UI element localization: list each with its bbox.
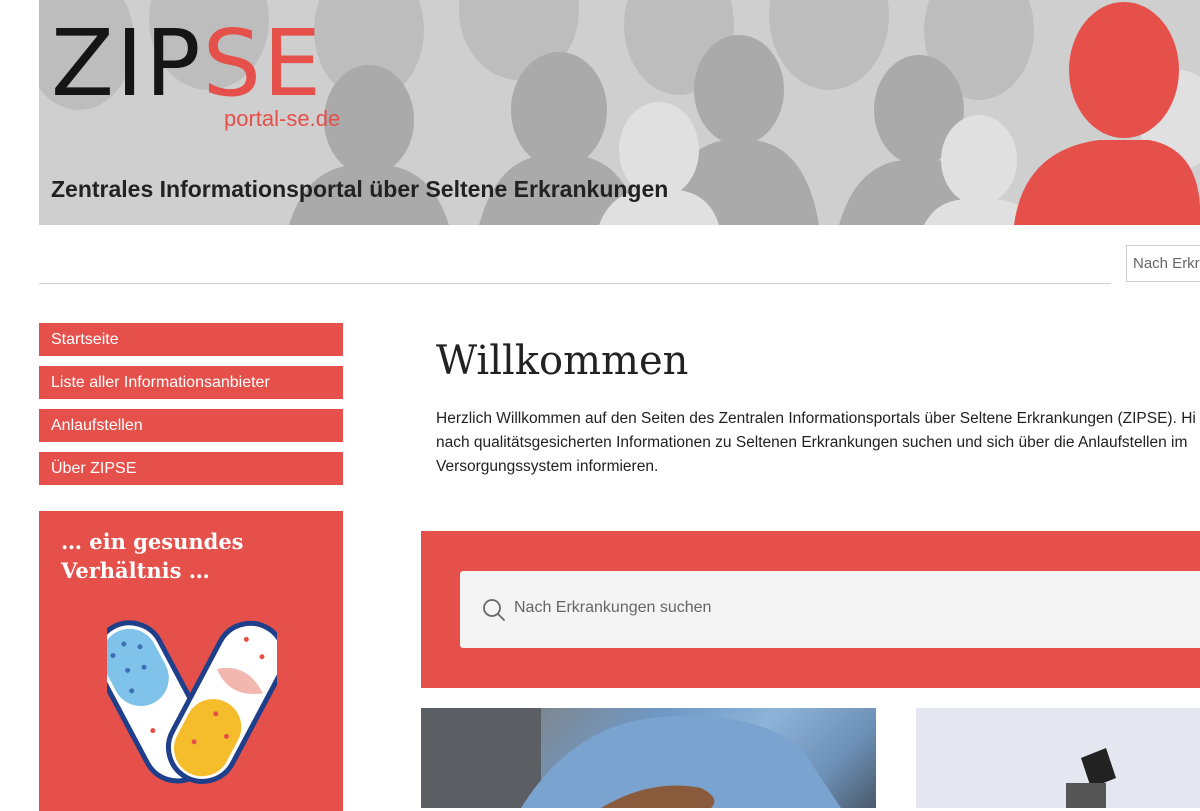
sidebar-item-startseite[interactable]: Startseite (39, 323, 343, 356)
promo-line-1: … ein gesundes (61, 529, 244, 554)
teaser-card-image-1[interactable] (421, 708, 876, 808)
intro-line-2: nach qualitätsgesicherten Informationen … (436, 434, 1188, 451)
site-tagline: Zentrales Informationsportal über Selten… (51, 176, 669, 202)
logo-zip: ZIP (51, 10, 203, 117)
promo-text: … ein gesundes Verhältnis … (61, 527, 321, 585)
page-title: Willkommen (436, 338, 689, 384)
plaster-v-icon (107, 620, 277, 784)
logo-subtitle: portal-se.de (224, 106, 341, 131)
sidebar-item-informationsanbieter[interactable]: Liste aller Informationsanbieter (39, 366, 343, 399)
search-placeholder: Nach Erkrankungen suchen (514, 599, 712, 616)
sidebar-nav: Startseite Liste aller Informationsanbie… (39, 323, 343, 495)
header-banner: ZIPSE portal-se.de Zentrales Information… (39, 0, 1200, 225)
search-panel: Nach Erkrankungen suchen (421, 531, 1200, 688)
search-icon (483, 599, 505, 621)
teaser-card-image-2[interactable] (916, 708, 1200, 808)
header-search-input[interactable]: Nach Erkr (1126, 245, 1200, 282)
nav-divider (39, 283, 1111, 284)
logo[interactable]: ZIPSE (51, 18, 323, 110)
disease-search-input[interactable]: Nach Erkrankungen suchen (460, 571, 1200, 648)
sidebar-item-ueber-zipse[interactable]: Über ZIPSE (39, 452, 343, 485)
intro-line-1: Herzlich Willkommen auf den Seiten des Z… (436, 410, 1196, 427)
sidebar-item-anlaufstellen[interactable]: Anlaufstellen (39, 409, 343, 442)
person-photo (421, 708, 841, 808)
intro-text: Herzlich Willkommen auf den Seiten des Z… (436, 407, 1200, 479)
logo-se: SE (202, 10, 324, 117)
lab-photo (916, 708, 1200, 808)
intro-line-3: Versorgungssystem informieren. (436, 458, 659, 475)
promo-line-2: Verhältnis … (61, 558, 210, 583)
promo-banner[interactable]: … ein gesundes Verhältnis … (39, 511, 343, 811)
